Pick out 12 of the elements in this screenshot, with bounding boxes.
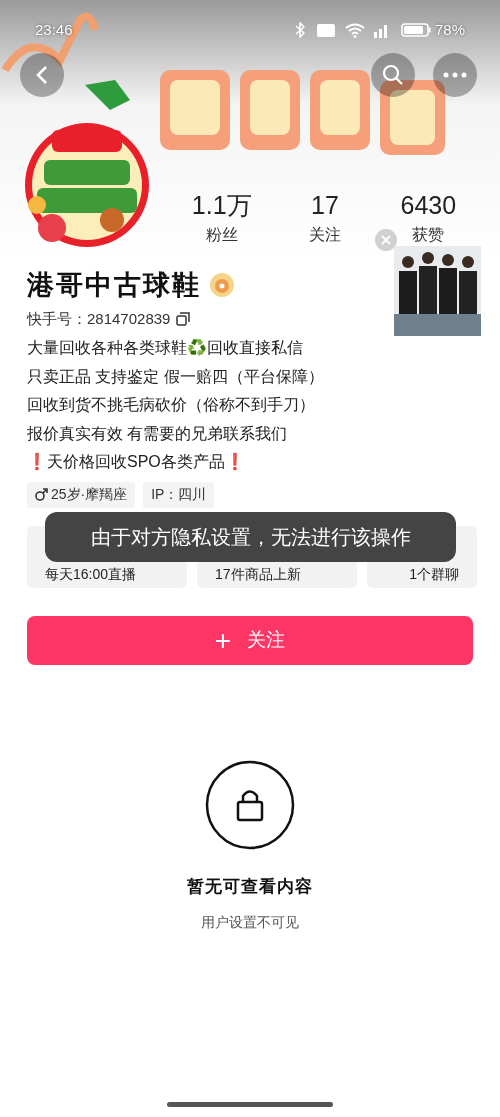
privacy-toast: 由于对方隐私设置，无法进行该操作 bbox=[45, 512, 456, 562]
profile-tag: 25岁·摩羯座 bbox=[27, 481, 136, 508]
bio-line: 报价真实有效 有需要的兄弟联系我们 bbox=[27, 423, 289, 444]
empty-subtitle: 用户设置不可见 bbox=[201, 913, 299, 932]
profile-tag: IP：四川 bbox=[143, 481, 215, 508]
profile-name: 港哥中古球鞋 bbox=[27, 269, 201, 302]
empty-title: 暂无可查看内容 bbox=[187, 876, 313, 898]
bio-line: 只卖正品 支持鉴定 假一赔四（平台保障） bbox=[27, 366, 325, 387]
bio-line: 回收到货不挑毛病砍价（俗称不到手刀） bbox=[27, 395, 316, 415]
bio-line: 大量回收各种各类球鞋♻回收直接私信 bbox=[27, 338, 304, 358]
bio-line: ❗天价格回收SPO各类产品❗ bbox=[27, 452, 246, 472]
user-id: 快手号：2814702839 bbox=[27, 309, 171, 329]
